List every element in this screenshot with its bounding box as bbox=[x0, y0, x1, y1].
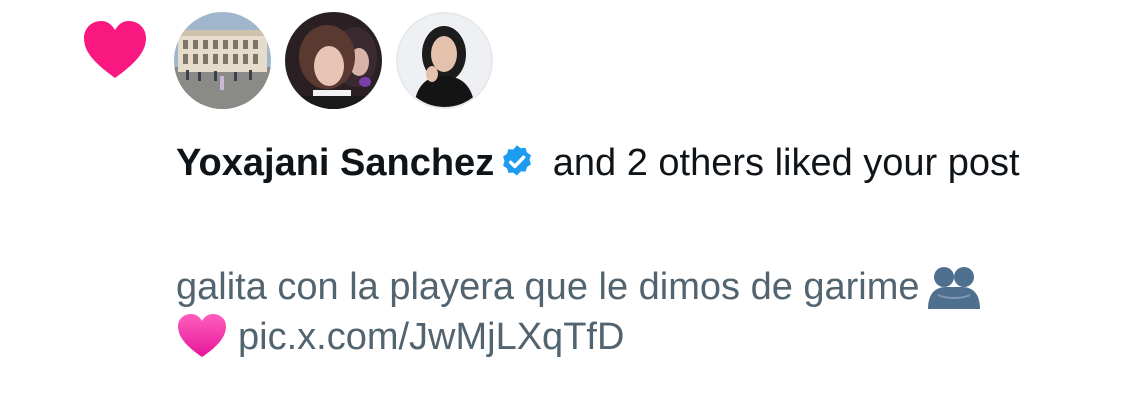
post-text: galita con la playera que le dimos de ga… bbox=[176, 266, 920, 308]
pink-heart-emoji bbox=[176, 313, 228, 359]
avatar[interactable] bbox=[174, 12, 271, 109]
avatar[interactable] bbox=[285, 12, 382, 109]
people-hugging-emoji bbox=[926, 265, 982, 309]
actor-name[interactable]: Yoxajani Sanchez bbox=[176, 142, 494, 184]
avatar-row bbox=[174, 12, 493, 109]
avatar[interactable] bbox=[396, 12, 493, 109]
like-notification[interactable]: Yoxajani Sanchez and 2 others liked your… bbox=[0, 0, 1125, 394]
action-text: and 2 others liked your post bbox=[542, 142, 1020, 184]
verified-badge-icon bbox=[498, 142, 536, 180]
avatar-woman bbox=[398, 14, 491, 107]
avatar-two-people bbox=[285, 12, 382, 109]
avatar-building bbox=[174, 12, 271, 109]
post-link[interactable]: pic.x.com/JwMjLXqTfD bbox=[238, 316, 624, 358]
notification-text: Yoxajani Sanchez and 2 others liked your… bbox=[176, 136, 1056, 190]
post-preview[interactable]: galita con la playera que le dimos de ga… bbox=[176, 262, 1096, 362]
heart-icon bbox=[82, 20, 148, 80]
